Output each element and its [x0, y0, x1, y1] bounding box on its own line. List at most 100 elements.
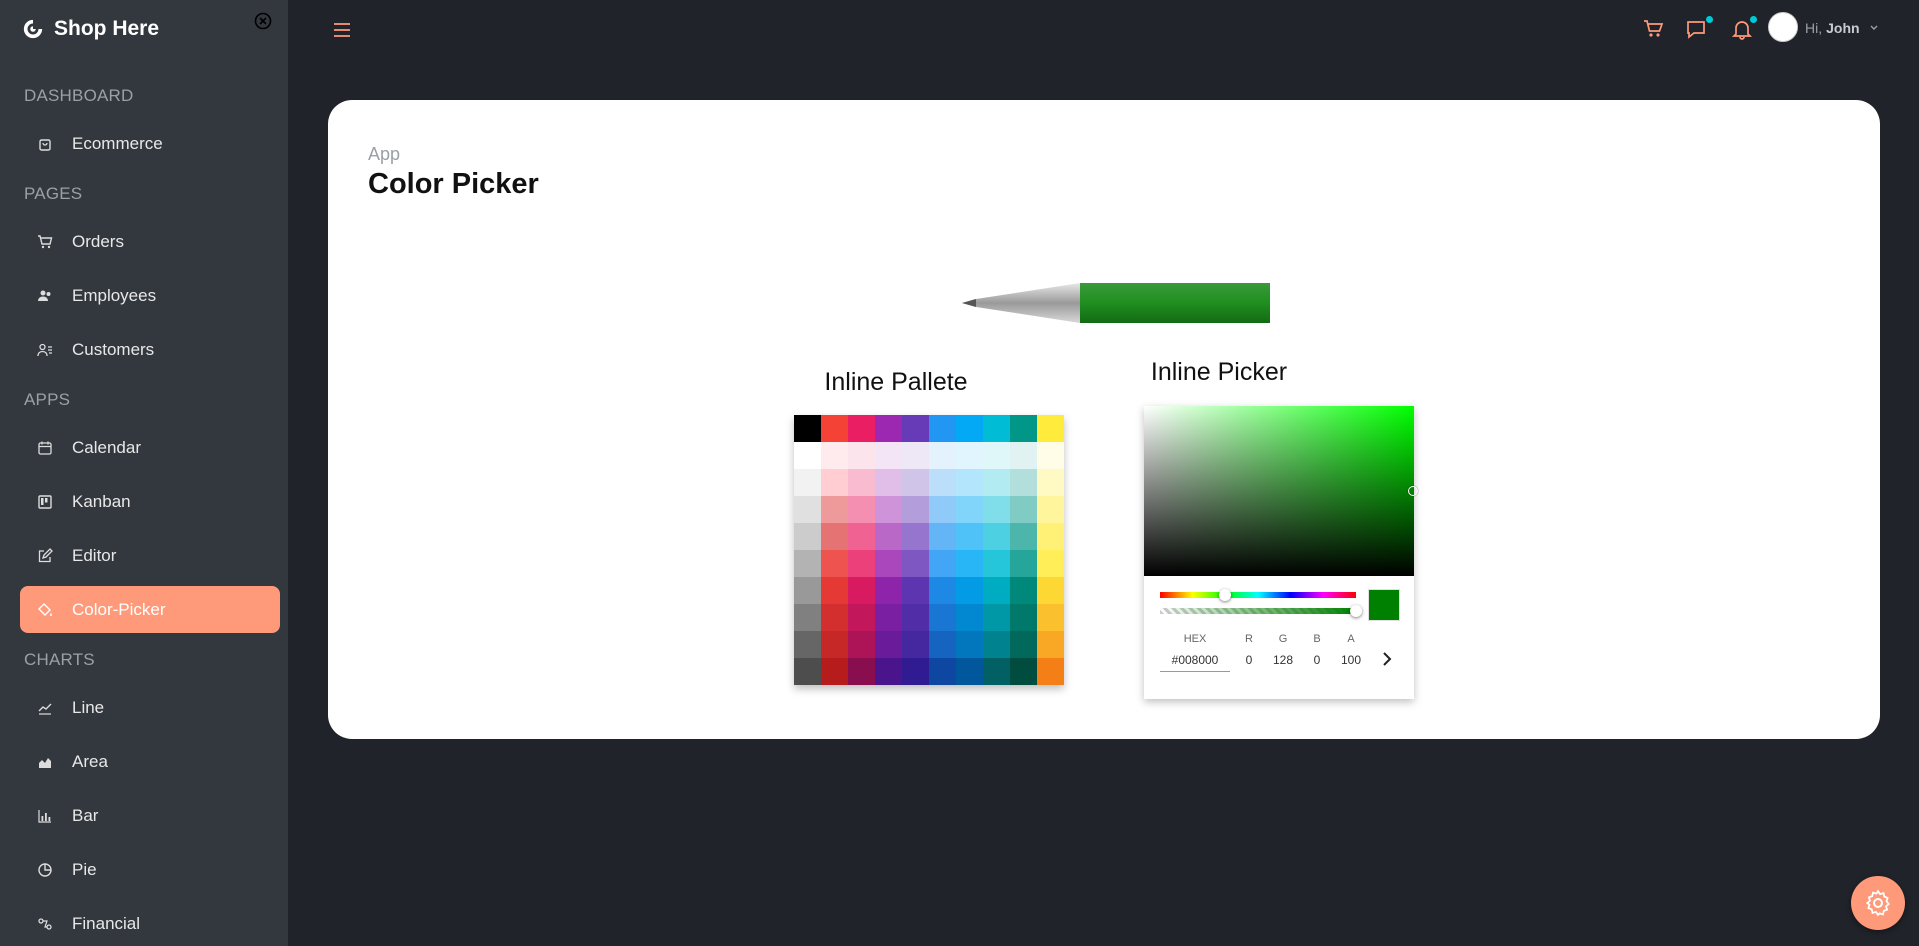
g-value[interactable]: 128	[1269, 653, 1297, 667]
palette-swatch[interactable]	[929, 631, 956, 658]
palette-swatch[interactable]	[794, 415, 821, 442]
palette-swatch[interactable]	[929, 496, 956, 523]
palette-swatch[interactable]	[794, 442, 821, 469]
palette-swatch[interactable]	[821, 415, 848, 442]
palette-swatch[interactable]	[875, 496, 902, 523]
palette-swatch[interactable]	[1010, 631, 1037, 658]
palette-swatch[interactable]	[956, 577, 983, 604]
hex-value[interactable]: #008000	[1160, 653, 1230, 667]
palette-swatch[interactable]	[848, 631, 875, 658]
palette-swatch[interactable]	[794, 469, 821, 496]
palette-swatch[interactable]	[875, 577, 902, 604]
palette-swatch[interactable]	[875, 658, 902, 685]
a-value[interactable]: 100	[1335, 653, 1367, 667]
palette-swatch[interactable]	[956, 550, 983, 577]
palette-swatch[interactable]	[1010, 604, 1037, 631]
palette-swatch[interactable]	[848, 550, 875, 577]
r-value[interactable]: 0	[1235, 653, 1263, 667]
palette-swatch[interactable]	[794, 577, 821, 604]
palette-swatch[interactable]	[848, 523, 875, 550]
hue-slider[interactable]	[1160, 592, 1356, 598]
palette-swatch[interactable]	[1037, 631, 1064, 658]
opacity-handle[interactable]	[1350, 605, 1362, 617]
palette-swatch[interactable]	[929, 604, 956, 631]
palette-swatch[interactable]	[956, 523, 983, 550]
palette-swatch[interactable]	[929, 442, 956, 469]
hue-handle[interactable]	[1218, 589, 1231, 601]
palette-swatch[interactable]	[794, 631, 821, 658]
sidebar-item-customers[interactable]: Customers	[20, 326, 280, 373]
saturation-value-area[interactable]	[1144, 406, 1414, 576]
avatar[interactable]	[1768, 12, 1798, 42]
settings-button[interactable]	[1851, 876, 1905, 930]
palette-swatch[interactable]	[1010, 415, 1037, 442]
palette-swatch[interactable]	[821, 604, 848, 631]
brand-logo[interactable]: Shop Here	[22, 16, 159, 42]
palette-swatch[interactable]	[902, 415, 929, 442]
palette-swatch[interactable]	[821, 469, 848, 496]
sidebar-item-calendar[interactable]: Calendar	[20, 424, 280, 471]
palette-swatch[interactable]	[983, 469, 1010, 496]
b-value[interactable]: 0	[1303, 653, 1331, 667]
palette-swatch[interactable]	[1037, 469, 1064, 496]
cart-icon[interactable]	[1643, 18, 1665, 40]
palette-swatch[interactable]	[794, 523, 821, 550]
chevron-right-icon[interactable]	[1380, 650, 1394, 668]
palette-swatch[interactable]	[1037, 577, 1064, 604]
sidebar-item-ecommerce[interactable]: Ecommerce	[20, 120, 280, 167]
sidebar-item-orders[interactable]: Orders	[20, 218, 280, 265]
palette-swatch[interactable]	[902, 442, 929, 469]
palette-swatch[interactable]	[875, 415, 902, 442]
palette-swatch[interactable]	[875, 523, 902, 550]
palette-swatch[interactable]	[875, 631, 902, 658]
palette-swatch[interactable]	[1037, 496, 1064, 523]
sidebar-item-area[interactable]: Area	[20, 738, 280, 785]
palette-swatch[interactable]	[875, 604, 902, 631]
close-sidebar-icon[interactable]	[254, 12, 272, 30]
palette-swatch[interactable]	[983, 631, 1010, 658]
saturation-handle[interactable]	[1408, 486, 1418, 496]
palette-swatch[interactable]	[956, 469, 983, 496]
palette-swatch[interactable]	[821, 442, 848, 469]
sidebar-item-bar[interactable]: Bar	[20, 792, 280, 839]
palette-swatch[interactable]	[794, 496, 821, 523]
palette-swatch[interactable]	[1037, 604, 1064, 631]
palette-swatch[interactable]	[929, 469, 956, 496]
palette-swatch[interactable]	[956, 496, 983, 523]
palette-swatch[interactable]	[821, 631, 848, 658]
palette-swatch[interactable]	[902, 496, 929, 523]
palette-swatch[interactable]	[794, 604, 821, 631]
palette-swatch[interactable]	[956, 604, 983, 631]
palette-swatch[interactable]	[902, 469, 929, 496]
palette-swatch[interactable]	[929, 415, 956, 442]
menu-icon[interactable]	[332, 20, 352, 40]
palette-swatch[interactable]	[983, 496, 1010, 523]
palette-swatch[interactable]	[1010, 496, 1037, 523]
palette-swatch[interactable]	[1037, 550, 1064, 577]
palette-swatch[interactable]	[929, 550, 956, 577]
palette-swatch[interactable]	[1010, 442, 1037, 469]
palette-swatch[interactable]	[902, 631, 929, 658]
palette-swatch[interactable]	[821, 523, 848, 550]
palette-swatch[interactable]	[983, 523, 1010, 550]
sidebar-item-financial[interactable]: Financial	[20, 900, 280, 946]
palette-swatch[interactable]	[956, 631, 983, 658]
palette-swatch[interactable]	[902, 550, 929, 577]
sidebar-item-kanban[interactable]: Kanban	[20, 478, 280, 525]
palette-swatch[interactable]	[794, 550, 821, 577]
palette-swatch[interactable]	[848, 658, 875, 685]
chat-icon[interactable]	[1686, 18, 1708, 40]
palette-swatch[interactable]	[1037, 415, 1064, 442]
palette-swatch[interactable]	[983, 550, 1010, 577]
palette-swatch[interactable]	[875, 469, 902, 496]
palette-swatch[interactable]	[983, 658, 1010, 685]
palette-swatch[interactable]	[929, 577, 956, 604]
user-menu[interactable]: Hi, John	[1805, 20, 1879, 36]
palette-swatch[interactable]	[983, 577, 1010, 604]
palette-swatch[interactable]	[929, 658, 956, 685]
palette-swatch[interactable]	[821, 577, 848, 604]
palette-swatch[interactable]	[1010, 523, 1037, 550]
sidebar-item-color-picker[interactable]: Color-Picker	[20, 586, 280, 633]
palette-swatch[interactable]	[902, 523, 929, 550]
palette-swatch[interactable]	[821, 496, 848, 523]
